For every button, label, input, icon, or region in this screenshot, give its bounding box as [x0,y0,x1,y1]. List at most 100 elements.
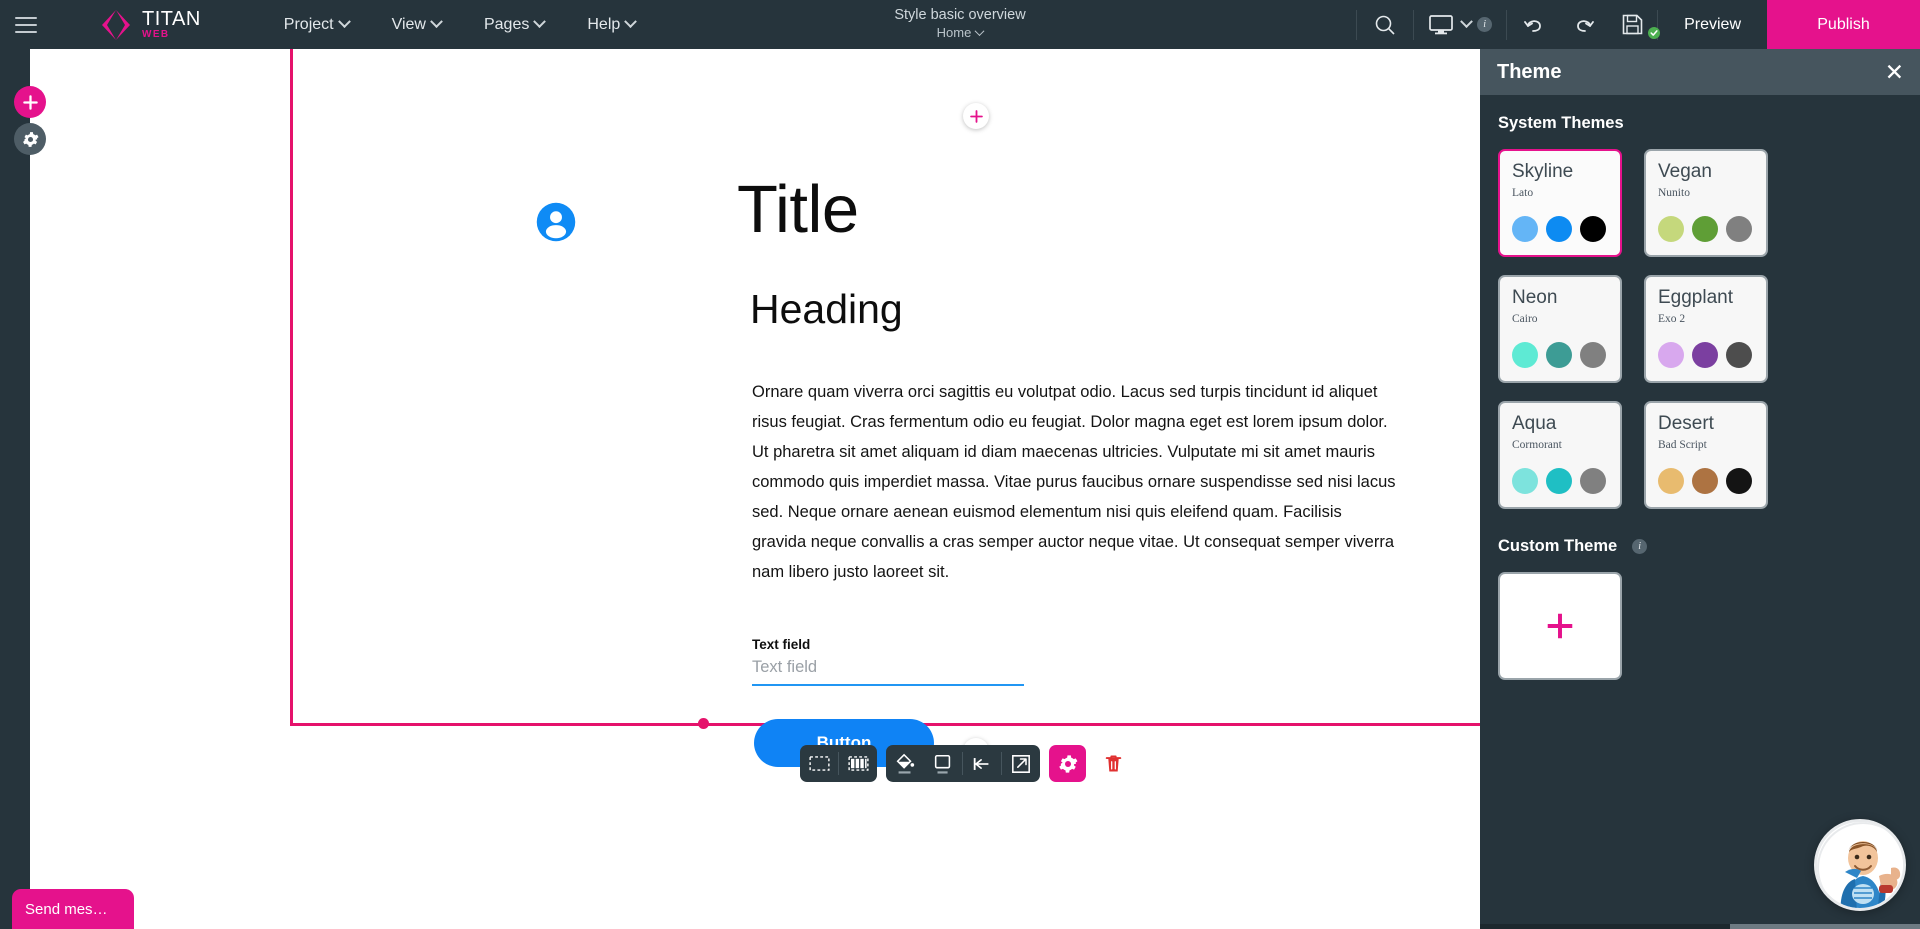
theme-font: Lato [1512,187,1534,199]
theme-card-desert[interactable]: Desert Bad Script [1644,401,1768,509]
page-selector-label: Home [936,25,972,40]
chevron-down-icon [533,15,547,29]
add-custom-theme-button[interactable] [1498,572,1622,680]
custom-theme-header: Custom Theme i [1498,537,1902,556]
menu-view[interactable]: View [391,15,443,34]
swatch [1512,342,1538,368]
swatch [1546,216,1572,242]
menu-hamburger-icon[interactable] [15,16,37,33]
swatch [1726,216,1752,242]
undo-arrow-icon [1524,19,1541,32]
theme-swatches [1658,216,1752,242]
user-avatar-icon[interactable] [535,201,577,243]
theme-card-neon[interactable]: Neon Cairo [1498,275,1622,383]
rail-settings-button[interactable] [14,123,46,155]
theme-card-skyline[interactable]: Skyline Lato [1498,149,1622,257]
text-field-label: Text field [752,637,811,652]
canvas-title-text[interactable]: Title [737,176,859,243]
chevron-down-icon [624,15,638,29]
search-icon [1375,15,1395,35]
swatch [1692,216,1718,242]
device-preview-selector[interactable]: i [1414,0,1506,49]
search-button[interactable] [1357,0,1413,49]
text-field-input[interactable] [752,654,1024,686]
theme-card-aqua[interactable]: Aqua Cormorant [1498,401,1622,509]
swatch [1658,468,1684,494]
swatch [1512,468,1538,494]
theme-name: Neon [1512,287,1558,308]
page-selector[interactable]: Home [936,24,985,41]
theme-swatches [1512,342,1606,368]
save-button[interactable] [1607,0,1661,49]
swatch [1692,342,1718,368]
theme-panel-header: Theme ✕ [1480,49,1920,95]
close-icon[interactable]: ✕ [1885,60,1904,84]
external-link-icon [1012,754,1030,773]
swatch [1726,342,1752,368]
send-message-button[interactable]: Send mes… [12,889,134,929]
add-section-above-button[interactable] [963,103,989,129]
menu-help[interactable]: Help [587,15,638,34]
menu-pages[interactable]: Pages [483,15,547,34]
select-section-icon [808,756,830,771]
align-left-icon [973,757,989,770]
element-settings-button[interactable] [1049,745,1086,782]
editor-canvas[interactable]: Title Heading Ornare quam viverra orci s… [30,49,1480,929]
desktop-monitor-icon [1429,14,1453,34]
theme-swatches [1512,216,1606,242]
trash-icon [1105,755,1122,772]
swatch [1726,468,1752,494]
select-section-button[interactable] [800,745,838,782]
menu-pages-label: Pages [483,15,530,33]
canvas-paragraph-text[interactable]: Ornare quam viverra orci sagittis eu vol… [752,377,1397,587]
fill-background-button[interactable] [886,745,924,782]
add-element-button[interactable] [14,86,46,118]
theme-font: Nunito [1658,187,1690,199]
theme-font: Exo 2 [1658,313,1686,325]
top-toolbar: TITAN WEB Project View Pages Help Style … [0,0,1920,49]
redo-button[interactable] [1561,0,1607,49]
chevron-down-icon [430,15,443,29]
panel-scrollbar-thumb[interactable] [1730,924,1920,929]
system-themes-grid: Skyline Lato Vegan Nunito Neon Cairo Egg… [1498,149,1902,509]
swatch [1546,342,1572,368]
element-floating-toolbar [800,745,1132,782]
theme-font: Cormorant [1512,439,1562,451]
swatch [1580,468,1606,494]
custom-theme-info-icon[interactable]: i [1632,539,1648,554]
theme-swatches [1658,468,1752,494]
plus-icon [1547,613,1573,639]
publish-button[interactable]: Publish [1767,0,1920,49]
border-style-button[interactable] [924,745,962,782]
preview-button[interactable]: Preview [1658,0,1767,49]
style-tools-group [886,745,1040,782]
theme-swatches [1512,468,1606,494]
align-left-button[interactable] [963,745,1001,782]
open-external-button[interactable] [1002,745,1040,782]
menu-project[interactable]: Project [283,15,351,34]
theme-card-vegan[interactable]: Vegan Nunito [1644,149,1768,257]
brand-subtitle: WEB [142,29,170,40]
menu-project-label: Project [283,15,334,33]
select-columns-button[interactable] [839,745,877,782]
gear-icon [22,131,39,147]
swatch [1512,216,1538,242]
theme-font: Bad Script [1658,439,1707,451]
theme-card-eggplant[interactable]: Eggplant Exo 2 [1644,275,1768,383]
brand-title: TITAN [142,8,201,30]
canvas-heading-text[interactable]: Heading [750,289,903,330]
delete-element-button[interactable] [1095,745,1132,782]
selection-tools-group [800,745,877,782]
panel-scrollbar-track[interactable] [1480,924,1920,929]
device-info-icon[interactable]: i [1477,17,1493,32]
swatch [1546,468,1572,494]
selection-resize-handle[interactable] [698,718,709,729]
brand-logo[interactable]: TITAN WEB [99,9,201,41]
theme-swatches [1658,342,1752,368]
theme-panel: Theme ✕ System Themes Skyline Lato Vegan [1480,49,1920,929]
plus-icon [969,109,983,123]
menu-view-label: View [391,15,426,33]
undo-button[interactable] [1507,0,1561,49]
support-chat-avatar[interactable] [1814,819,1906,911]
custom-theme-label: Custom Theme [1498,537,1618,555]
